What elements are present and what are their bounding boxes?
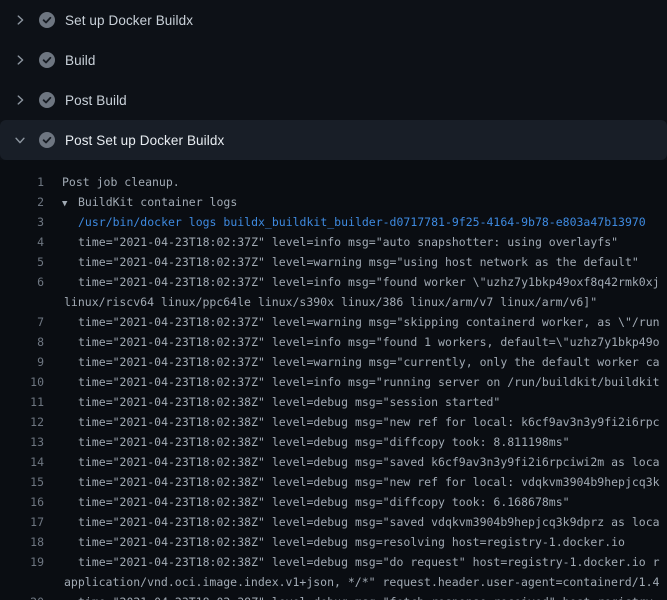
step-header-post-set-up-docker-buildx[interactable]: Post Set up Docker Buildx bbox=[0, 120, 667, 160]
check-circle-icon bbox=[39, 52, 55, 68]
log-line-number[interactable]: 3 bbox=[0, 212, 44, 232]
log-line: 10time="2021-04-23T18:02:37Z" level=info… bbox=[0, 372, 667, 392]
log-line: 2▼BuildKit container logs bbox=[0, 192, 667, 212]
log-line: 20time="2021-04-23T18:02:38Z" level=debu… bbox=[0, 592, 667, 600]
log-line: 16time="2021-04-23T18:02:38Z" level=debu… bbox=[0, 492, 667, 512]
log-line-number bbox=[0, 292, 44, 312]
log-group-title: BuildKit container logs bbox=[78, 195, 237, 209]
log-line: 18time="2021-04-23T18:02:38Z" level=debu… bbox=[0, 532, 667, 552]
step-label: Build bbox=[65, 53, 96, 68]
log-line-number[interactable]: 18 bbox=[0, 532, 44, 552]
log-text: time="2021-04-23T18:02:37Z" level=info m… bbox=[44, 272, 660, 292]
log-line: 4time="2021-04-23T18:02:37Z" level=info … bbox=[0, 232, 667, 252]
log-text: time="2021-04-23T18:02:38Z" level=debug … bbox=[44, 592, 660, 600]
log-text: application/vnd.oci.image.index.v1+json,… bbox=[44, 572, 659, 592]
log-text: linux/riscv64 linux/ppc64le linux/s390x … bbox=[44, 292, 597, 312]
log-line-number[interactable]: 12 bbox=[0, 412, 44, 432]
log-command-text: /usr/bin/docker logs buildx_buildkit_bui… bbox=[44, 212, 646, 232]
chevron-right-icon[interactable] bbox=[12, 12, 28, 28]
log-text: time="2021-04-23T18:02:38Z" level=debug … bbox=[44, 412, 660, 432]
chevron-right-icon[interactable] bbox=[12, 92, 28, 108]
log-text: time="2021-04-23T18:02:38Z" level=debug … bbox=[44, 432, 570, 452]
log-line-continuation: application/vnd.oci.image.index.v1+json,… bbox=[0, 572, 667, 592]
log-text: time="2021-04-23T18:02:38Z" level=debug … bbox=[44, 532, 625, 552]
log-line-number[interactable]: 1 bbox=[0, 172, 44, 192]
log-text: time="2021-04-23T18:02:38Z" level=debug … bbox=[44, 392, 500, 412]
log-text: time="2021-04-23T18:02:37Z" level=warnin… bbox=[44, 312, 660, 332]
log-text: time="2021-04-23T18:02:38Z" level=debug … bbox=[44, 492, 570, 512]
log-line: 11time="2021-04-23T18:02:38Z" level=debu… bbox=[0, 392, 667, 412]
log-line-number[interactable]: 5 bbox=[0, 252, 44, 272]
log-line: 17time="2021-04-23T18:02:38Z" level=debu… bbox=[0, 512, 667, 532]
log-group-header[interactable]: ▼BuildKit container logs bbox=[44, 192, 237, 212]
log-line: 19time="2021-04-23T18:02:38Z" level=debu… bbox=[0, 552, 667, 572]
log-line-number[interactable]: 7 bbox=[0, 312, 44, 332]
log-text: Post job cleanup. bbox=[44, 172, 180, 192]
log-line: 14time="2021-04-23T18:02:38Z" level=debu… bbox=[0, 452, 667, 472]
step-header-post-build[interactable]: Post Build bbox=[0, 80, 667, 120]
log-line-number bbox=[0, 572, 44, 592]
step-label: Post Build bbox=[65, 93, 127, 108]
log-line: 13time="2021-04-23T18:02:38Z" level=debu… bbox=[0, 432, 667, 452]
log-line: 3/usr/bin/docker logs buildx_buildkit_bu… bbox=[0, 212, 667, 232]
chevron-right-icon[interactable] bbox=[12, 52, 28, 68]
log-line-number[interactable]: 8 bbox=[0, 332, 44, 352]
log-line: 7time="2021-04-23T18:02:37Z" level=warni… bbox=[0, 312, 667, 332]
log-line: 8time="2021-04-23T18:02:37Z" level=info … bbox=[0, 332, 667, 352]
log-line-number[interactable]: 17 bbox=[0, 512, 44, 532]
log-line-number[interactable]: 13 bbox=[0, 432, 44, 452]
log-line: 15time="2021-04-23T18:02:38Z" level=debu… bbox=[0, 472, 667, 492]
log-line: 12time="2021-04-23T18:02:38Z" level=debu… bbox=[0, 412, 667, 432]
log-text: time="2021-04-23T18:02:37Z" level=info m… bbox=[44, 232, 618, 252]
log-text: time="2021-04-23T18:02:37Z" level=warnin… bbox=[44, 352, 660, 372]
log-text: time="2021-04-23T18:02:38Z" level=debug … bbox=[44, 452, 660, 472]
check-circle-icon bbox=[39, 12, 55, 28]
log-text: time="2021-04-23T18:02:37Z" level=info m… bbox=[44, 332, 660, 352]
step-label: Set up Docker Buildx bbox=[65, 13, 193, 28]
group-caret-icon[interactable]: ▼ bbox=[62, 194, 78, 214]
log-line-number[interactable]: 10 bbox=[0, 372, 44, 392]
log-text: time="2021-04-23T18:02:38Z" level=debug … bbox=[44, 552, 660, 572]
log-line-number[interactable]: 15 bbox=[0, 472, 44, 492]
log-line-number[interactable]: 20 bbox=[0, 592, 44, 600]
step-header-build[interactable]: Build bbox=[0, 40, 667, 80]
log-line: 6time="2021-04-23T18:02:37Z" level=info … bbox=[0, 272, 667, 292]
log-text: time="2021-04-23T18:02:38Z" level=debug … bbox=[44, 512, 660, 532]
chevron-down-icon[interactable] bbox=[12, 132, 28, 148]
step-list: Set up Docker Buildx Build Post Build Post … bbox=[0, 0, 667, 160]
log-line-number[interactable]: 16 bbox=[0, 492, 44, 512]
log-text: time="2021-04-23T18:02:38Z" level=debug … bbox=[44, 472, 660, 492]
log-line-number[interactable]: 14 bbox=[0, 452, 44, 472]
check-circle-icon bbox=[39, 132, 55, 148]
log-line: 1Post job cleanup. bbox=[0, 172, 667, 192]
log-text: time="2021-04-23T18:02:37Z" level=warnin… bbox=[44, 252, 639, 272]
actions-log-viewer: Set up Docker Buildx Build Post Build Post … bbox=[0, 0, 667, 600]
log-line-number[interactable]: 6 bbox=[0, 272, 44, 292]
log-line: 5time="2021-04-23T18:02:37Z" level=warni… bbox=[0, 252, 667, 272]
log-line-number[interactable]: 2 bbox=[0, 192, 44, 212]
log-line-number[interactable]: 19 bbox=[0, 552, 44, 572]
step-header-set-up-docker-buildx[interactable]: Set up Docker Buildx bbox=[0, 0, 667, 40]
log-text: time="2021-04-23T18:02:37Z" level=info m… bbox=[44, 372, 660, 392]
log-line-number[interactable]: 9 bbox=[0, 352, 44, 372]
log-line: 9time="2021-04-23T18:02:37Z" level=warni… bbox=[0, 352, 667, 372]
log-line-number[interactable]: 11 bbox=[0, 392, 44, 412]
step-label: Post Set up Docker Buildx bbox=[65, 133, 224, 148]
check-circle-icon bbox=[39, 92, 55, 108]
log-line-continuation: linux/riscv64 linux/ppc64le linux/s390x … bbox=[0, 292, 667, 312]
log-output: 1Post job cleanup.2▼BuildKit container l… bbox=[0, 160, 667, 600]
log-line-number[interactable]: 4 bbox=[0, 232, 44, 252]
